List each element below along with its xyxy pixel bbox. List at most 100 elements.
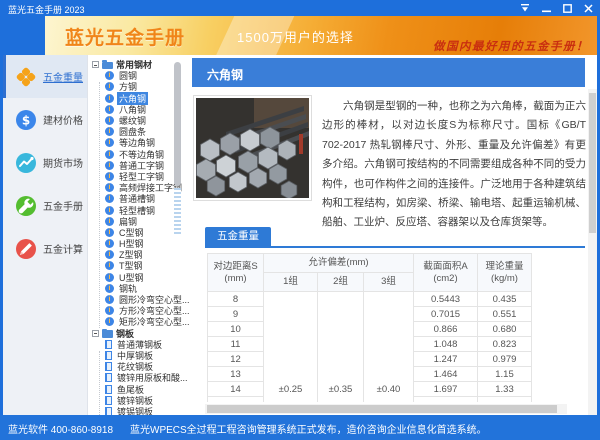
status-company: 蓝光软件 400-860-8918 bbox=[8, 421, 113, 436]
folder-icon bbox=[102, 329, 113, 338]
sidebar-item-5[interactable]: 五金计算 bbox=[3, 227, 87, 270]
tree-item-label: 镀锡钢板 bbox=[115, 405, 155, 415]
info-icon: i bbox=[105, 273, 114, 282]
title-bar: 蓝光五金手册 2023 bbox=[0, 0, 600, 16]
vertical-scrollbar-thumb[interactable] bbox=[589, 93, 596, 233]
table-cell: 1.048 bbox=[414, 337, 478, 352]
table-cell: 0.7015 bbox=[414, 307, 478, 322]
table-cell: 0.5443 bbox=[414, 292, 478, 307]
table-cell bbox=[318, 292, 364, 307]
table-cell bbox=[414, 397, 478, 403]
info-icon: i bbox=[105, 127, 114, 136]
trend-icon bbox=[16, 153, 36, 173]
info-icon: i bbox=[105, 317, 114, 326]
table-cell: 0.866 bbox=[414, 322, 478, 337]
table-cell bbox=[364, 397, 414, 403]
sidebar-item-4[interactable]: 五金手册 bbox=[3, 184, 87, 227]
info-icon: i bbox=[105, 183, 114, 192]
status-bar: 蓝光软件 400-860-8918 蓝光WPECS全过程工程咨询管理系统正式发布… bbox=[0, 415, 600, 440]
table-cell: 1.247 bbox=[414, 352, 478, 367]
folder-icon bbox=[102, 60, 113, 69]
table-cell: 1.15 bbox=[478, 367, 532, 382]
table-cell bbox=[318, 337, 364, 352]
vertical-scrollbar[interactable] bbox=[588, 89, 597, 415]
sidebar-item-2[interactable]: $ 建材价格 bbox=[3, 98, 87, 141]
banner-logo: 蓝光五金手册 bbox=[65, 23, 185, 50]
horizontal-scrollbar-thumb[interactable] bbox=[207, 405, 557, 413]
tree-item[interactable]: i矩形冷弯空心型... bbox=[92, 316, 178, 327]
sidebar-item-label: 建材价格 bbox=[43, 112, 83, 127]
plate-icon bbox=[105, 407, 112, 415]
close-button[interactable] bbox=[582, 2, 594, 14]
dollar-icon: $ bbox=[16, 110, 36, 130]
table-cell: 0.551 bbox=[478, 307, 532, 322]
table-cell bbox=[478, 397, 532, 403]
table-cell bbox=[364, 337, 414, 352]
table-header-cell: 截面面积A(cm2) bbox=[414, 254, 478, 292]
table-cell: 1.464 bbox=[414, 367, 478, 382]
table-header-cell: 允许偏差(mm) bbox=[264, 254, 414, 273]
collapse-icon[interactable] bbox=[92, 61, 99, 68]
info-icon: i bbox=[105, 94, 114, 103]
table-cell bbox=[264, 397, 318, 403]
table-cell: 0.680 bbox=[478, 322, 532, 337]
info-icon: i bbox=[105, 239, 114, 248]
info-icon: i bbox=[105, 206, 114, 215]
table-row: 13 1.4641.15 bbox=[208, 367, 532, 382]
table-row: 10 0.8660.680 bbox=[208, 322, 532, 337]
hex-steel-photo-art bbox=[196, 98, 309, 198]
info-icon: i bbox=[105, 295, 114, 304]
table-row: 111.0480.823 bbox=[208, 337, 532, 352]
table-row: 121.2470.979 bbox=[208, 352, 532, 367]
page-title: 六角钢 bbox=[192, 58, 585, 87]
table-cell bbox=[364, 367, 414, 382]
table-cell bbox=[318, 322, 364, 337]
table-header-row: 对边距离S(mm)允许偏差(mm)截面面积A(cm2)理论重量(kg/m) bbox=[208, 254, 532, 273]
info-icon: i bbox=[105, 172, 114, 181]
table-cell: 10 bbox=[208, 322, 264, 337]
table-row bbox=[208, 397, 532, 403]
sidebar-item-label: 五金计算 bbox=[43, 241, 83, 256]
table-cell: 1.697 bbox=[414, 382, 478, 397]
table-row: 14±0.25±0.35±0.401.6971.33 bbox=[208, 382, 532, 397]
collapse-icon[interactable] bbox=[92, 330, 99, 337]
info-icon: i bbox=[105, 261, 114, 270]
table-cell bbox=[264, 307, 318, 322]
table-cell bbox=[318, 307, 364, 322]
banner-tagline: 做国内最好用的五金手册！ bbox=[433, 38, 589, 54]
minimize-button[interactable] bbox=[540, 2, 552, 14]
table-cell: ±0.25 bbox=[264, 382, 318, 397]
table-cell bbox=[364, 322, 414, 337]
table-cell: 12 bbox=[208, 352, 264, 367]
table-cell: 9 bbox=[208, 307, 264, 322]
table-row: 9 0.70150.551 bbox=[208, 307, 532, 322]
table-row: 80.54430.435 bbox=[208, 292, 532, 307]
table-cell: ±0.40 bbox=[364, 382, 414, 397]
plate-icon bbox=[105, 351, 112, 360]
table-cell bbox=[318, 397, 364, 403]
sidebar-item-1[interactable]: 五金重量 bbox=[3, 55, 87, 98]
maximize-button[interactable] bbox=[561, 2, 573, 14]
tree-scrollbar-thumb[interactable] bbox=[174, 62, 181, 186]
tab-hardware-weight[interactable]: 五金重量 bbox=[205, 227, 271, 246]
banner-subtitle: 1500万用户的选择 bbox=[237, 27, 354, 46]
category-tree: 常用钢材i圆钢i方钢i六角钢i八角钢i螺纹钢i圆盘条i等边角钢i不等边角钢i普通… bbox=[92, 59, 178, 415]
info-icon: i bbox=[105, 228, 114, 237]
tree-item[interactable]: 镀锡钢板 bbox=[92, 406, 178, 415]
sidebar-item-3[interactable]: 期货市场 bbox=[3, 141, 87, 184]
panel-splitter-grip[interactable] bbox=[174, 188, 181, 236]
info-icon: i bbox=[105, 71, 114, 80]
clover-icon bbox=[16, 67, 36, 87]
svg-text:$: $ bbox=[22, 113, 30, 127]
table-cell: 13 bbox=[208, 367, 264, 382]
table-cell bbox=[208, 397, 264, 403]
plate-icon bbox=[105, 373, 112, 382]
table-cell bbox=[318, 367, 364, 382]
status-message: 蓝光WPECS全过程工程咨询管理系统正式发布，造价咨询企业信息化首选系统。 bbox=[130, 421, 487, 436]
horizontal-scrollbar[interactable] bbox=[205, 404, 567, 414]
wrench-icon bbox=[16, 196, 36, 216]
table-cell bbox=[264, 352, 318, 367]
table-header-cell: 对边距离S(mm) bbox=[208, 254, 264, 292]
table-header-cell: 2组 bbox=[318, 273, 364, 292]
skin-menu-icon[interactable] bbox=[519, 2, 531, 14]
